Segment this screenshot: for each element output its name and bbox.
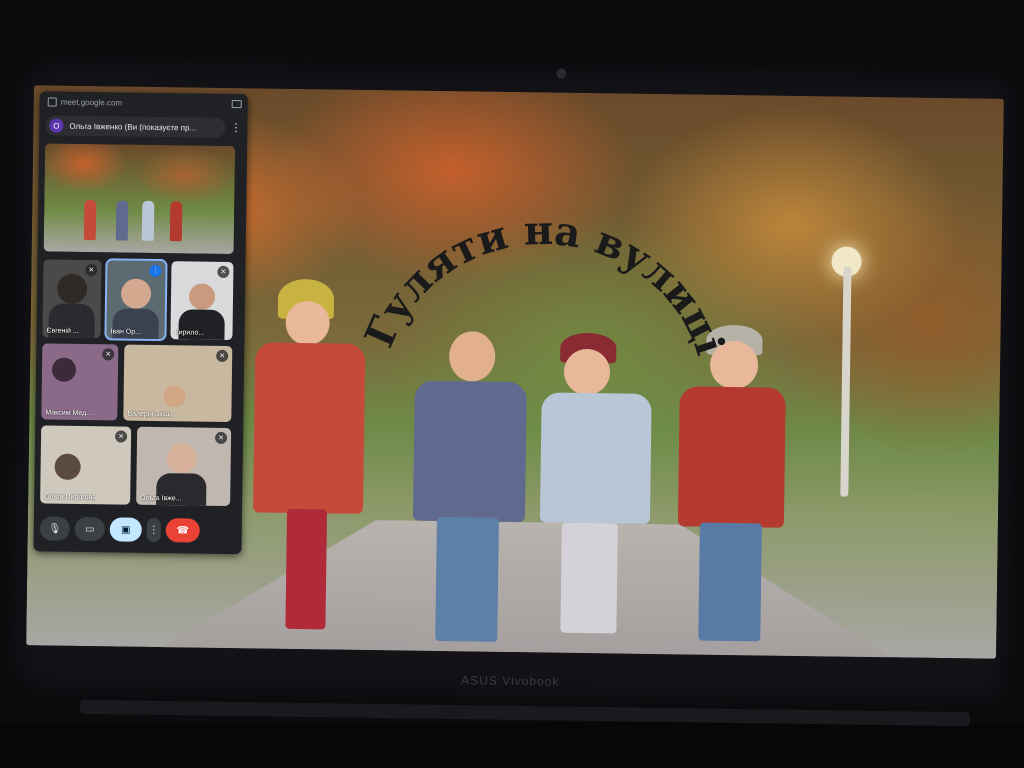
webcam — [556, 68, 567, 79]
mic-muted-icon: ✕ — [85, 263, 98, 277]
return-to-tab-icon[interactable] — [231, 100, 242, 109]
participant-video — [51, 357, 77, 382]
tab-icon — [47, 97, 57, 107]
presenter-avatar: О — [49, 118, 64, 133]
meet-url: meet.google.com — [47, 97, 123, 108]
participant-name: Ольга Івже... — [140, 494, 182, 503]
meet-picture-in-picture-panel[interactable]: meet.google.com О Ольга Івженко (Ви (пок… — [33, 91, 248, 555]
participant-name: Іван Ор... — [110, 328, 142, 336]
meet-control-bar: 🎙 ▭ ▣ ⋮ ☎ — [39, 513, 236, 546]
participant-name: Євгеній ... — [46, 327, 79, 335]
participant-video — [120, 278, 152, 309]
present-screen-button[interactable]: ▣ — [109, 517, 142, 542]
presenter-bar[interactable]: О Ольга Івженко (Ви (показуєте пр... ⋮ — [45, 115, 241, 138]
mic-muted-icon: ✕ — [217, 265, 230, 279]
participant-video — [163, 385, 186, 408]
preview-child-4 — [169, 201, 183, 242]
presentation-preview-tile[interactable] — [43, 143, 236, 255]
mic-muted-icon: ✕ — [216, 349, 229, 362]
mic-muted-icon: ✕ — [114, 430, 128, 443]
laptop-brand: ASUS Vivobook — [461, 673, 560, 689]
camera-button[interactable]: ▭ — [74, 516, 105, 542]
participant-tile[interactable]: ✕ Максим Мед... — [41, 343, 119, 421]
laptop-screen: Гуляти на вулиці meet.google.com О Ольга… — [26, 85, 1004, 659]
speaking-indicator-icon: ⋮ — [149, 264, 162, 278]
mic-muted-icon: ✕ — [102, 348, 115, 361]
participant-name: Валерія Зкза... — [127, 410, 176, 419]
participant-tile-speaking[interactable]: ⋮ Іван Ор... — [104, 258, 168, 342]
meet-url-text: meet.google.com — [60, 97, 123, 108]
participant-name: Ольга Пирогова — [44, 493, 97, 502]
street-lamp-pole — [840, 266, 852, 497]
participant-tile[interactable]: ✕ Кирило... — [170, 261, 234, 341]
more-options-button[interactable]: ⋮ — [146, 517, 161, 543]
svg-text:Гуляти на вулиці: Гуляти на вулиці — [355, 204, 733, 361]
end-call-button[interactable]: ☎ — [165, 518, 200, 543]
participant-video — [56, 273, 88, 305]
slide-title-arc: Гуляти на вулиці — [355, 204, 733, 361]
participant-name: Кирило... — [174, 329, 205, 337]
keyboard-area — [0, 722, 1024, 768]
participant-tile[interactable]: ✕ Ольга Пирогова — [40, 425, 132, 505]
preview-child-2 — [115, 200, 129, 241]
preview-child-3 — [141, 200, 155, 241]
participant-video — [188, 283, 216, 310]
park-path — [146, 517, 908, 659]
mic-muted-icon: ✕ — [214, 431, 228, 444]
participant-video — [54, 453, 81, 480]
participant-tile[interactable]: ✕ Євгеній ... — [42, 259, 102, 339]
presenter-title: Ольга Івженко (Ви (показуєте пр... — [69, 121, 197, 133]
participant-tile[interactable]: ✕ Валерія Зкза... — [123, 344, 233, 423]
preview-child-1 — [83, 199, 97, 241]
slide-title-text: Гуляти на вулиці — [355, 204, 733, 361]
participant-tile-self[interactable]: ✕ Ольга Івже... — [136, 426, 232, 507]
microphone-button[interactable]: 🎙 — [39, 516, 70, 541]
presenter-more-icon[interactable]: ⋮ — [230, 121, 241, 134]
participant-video — [166, 443, 197, 474]
participant-name: Максим Мед... — [45, 409, 93, 418]
